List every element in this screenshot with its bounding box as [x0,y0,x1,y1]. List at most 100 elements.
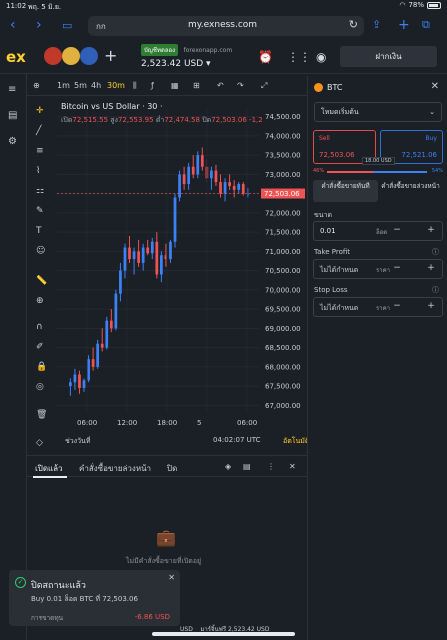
symbol-tab-usd[interactable] [80,47,98,65]
timeframe-4h[interactable]: 4h [91,81,101,90]
emoji-icon[interactable]: ☺ [36,246,45,256]
plus-icon[interactable]: + [422,301,440,311]
brush-icon[interactable]: ✎ [36,206,44,216]
plus-icon[interactable]: + [422,263,440,273]
new-tab-icon[interactable]: + [398,17,410,33]
fullscreen-icon[interactable]: ⤢ [261,81,267,91]
alarm-icon[interactable]: ⏰ [258,50,273,64]
close-icon[interactable]: ✕ [431,81,439,92]
info-icon[interactable]: ⓘ [432,247,439,257]
chart-type-icon[interactable]: ⫼ [133,81,137,91]
y-tick-label: 68,000.00 [265,363,301,371]
minus-icon[interactable]: − [388,225,406,235]
empty-state-text: ไม่มีคำสั่งซื้อขายที่เปิดอยู่ [126,557,202,565]
stop-loss-input[interactable]: ไม่ได้กำหนด [320,303,358,314]
tab-pending-order[interactable]: คำสั่งซื้อขายล่วงหน้า [378,180,443,202]
candle-body [128,247,131,260]
pattern-icon[interactable]: ⌇ [36,166,40,176]
stack-icon[interactable]: ▤ [243,462,251,471]
price-chart[interactable]: 67,000.00 67,500.00 68,000.00 68,500.00 69,0… [55,97,309,453]
tab-closed-positions[interactable]: ปิด [167,462,177,475]
undo-icon[interactable]: ↶ [217,81,224,90]
candle-body [78,374,81,388]
order-type-tabs: คำสั่งซื้อขายทันที คำสั่งซื้อขายล่วงหน้า [313,180,443,202]
symbol-header: BTC [314,83,343,92]
y-tick-label: 73,000.00 [265,171,301,179]
url-text: my.exness.com [188,20,258,30]
zoom-icon[interactable]: ⊕ [36,296,44,306]
apps-grid-icon[interactable]: ⋮⋮ [287,50,311,64]
minus-icon[interactable]: − [388,301,406,311]
timeframe-1m[interactable]: 1m [57,81,70,90]
lock-icon[interactable]: 🔒 [36,362,47,372]
stop-loss-field[interactable]: ไม่ได้กำหนด ราคา − + [313,297,443,317]
lock-drawing-icon[interactable]: ✐ [36,342,44,352]
candle-body [137,251,140,263]
candle-body [105,320,109,348]
timeframe-5m[interactable]: 5m [74,81,87,90]
templates-icon[interactable]: ⊞ [193,81,200,90]
mode-select[interactable]: โหมดเริ่มต้น ⌄ [314,102,442,122]
profile-icon[interactable]: ◉ [316,50,326,64]
fib-icon[interactable]: ≡ [36,146,44,156]
candle-body [178,174,181,198]
trash-icon[interactable]: 🗑 [36,410,47,420]
bookmarks-icon[interactable]: ▭ [62,19,72,32]
address-bar[interactable]: กก my.exness.com ↻ [88,16,364,36]
buy-label: Buy [425,135,437,142]
date-range-button[interactable]: ช่วงวันที่ [65,436,90,447]
candle-body [228,182,231,186]
take-profit-input[interactable]: ไม่ได้กำหนด [320,265,358,276]
info-icon[interactable]: ⓘ [432,285,439,295]
add-symbol-button[interactable]: + [104,46,117,65]
reload-icon[interactable]: ↻ [349,18,358,31]
settings-icon[interactable]: ⚙ [8,136,17,147]
volume-input[interactable]: 0.01 [320,227,336,235]
ruler-icon[interactable]: 📏 [36,276,47,286]
deposit-button[interactable]: ฝากเงิน [340,46,437,67]
volume-label: ขนาด [314,211,333,219]
text-icon[interactable]: T [36,226,42,236]
close-icon[interactable]: ✕ [289,462,296,471]
tabs-icon[interactable]: ⧉ [422,18,430,32]
trendline-icon[interactable]: ╱ [36,126,41,136]
orders-icon[interactable]: ▤ [8,110,17,121]
auto-scale-button[interactable]: อัตโนมัติ [283,436,309,447]
close-value: 72,503.06 [211,116,247,124]
back-icon[interactable]: ‹ [10,17,16,33]
chevron-down-icon: ▾ [206,59,211,69]
add-indicator-icon[interactable]: ⊕ [33,81,40,90]
more-icon[interactable]: ⋮ [267,462,275,471]
eye-icon[interactable]: ◎ [36,382,44,392]
favorite-icon[interactable]: ◇ [36,438,43,448]
magnet-icon[interactable]: ∩ [36,322,43,332]
plus-icon[interactable]: + [422,225,440,235]
timeframe-30m[interactable]: 30m [107,81,125,90]
indicators-icon[interactable]: ƒ [151,81,154,90]
symbol-tab-gbp[interactable] [44,47,62,65]
candlestick-chart[interactable]: 67,000.00 67,500.00 68,000.00 68,500.00 69,0… [55,97,307,453]
symbol-tab-gold[interactable] [62,47,80,65]
order-panel: BTC ✕ โหมดเริ่มต้น ⌄ Sell 72,503.06 Buy 7… [307,76,447,640]
forward-icon[interactable]: › [36,17,42,33]
menu-icon[interactable]: ≡ [8,84,16,95]
view-toggle-icon[interactable]: ◈ [225,462,231,471]
share-icon[interactable]: ⇪ [372,18,381,31]
layout-icon[interactable]: ▦ [171,81,179,90]
candle-body [119,270,122,294]
tab-pending-positions[interactable]: คำสั่งซื้อขายล่วงหน้า [79,462,151,475]
volume-stepper[interactable]: 0.01 ล็อต − + [313,221,443,241]
account-selector[interactable]: บัญชีทดลอง forexonapp.com 2,523.42 USD ▾ [141,44,232,69]
minus-icon[interactable]: − [388,263,406,273]
close-icon[interactable]: ✕ [168,573,175,582]
reader-button[interactable]: กก [96,20,106,33]
crosshair-icon[interactable]: ✛ [36,106,44,116]
tab-market-order[interactable]: คำสั่งซื้อขายทันที [313,180,378,202]
exness-logo: ex [6,48,26,66]
candle-body [114,293,118,329]
prediction-icon[interactable]: ⚏ [36,186,44,196]
redo-icon[interactable]: ↷ [237,81,244,90]
battery-icon [427,1,441,9]
take-profit-field[interactable]: ไม่ได้กำหนด ราคา − + [313,259,443,279]
tab-open-positions[interactable]: เปิดแล้ว [35,462,63,475]
